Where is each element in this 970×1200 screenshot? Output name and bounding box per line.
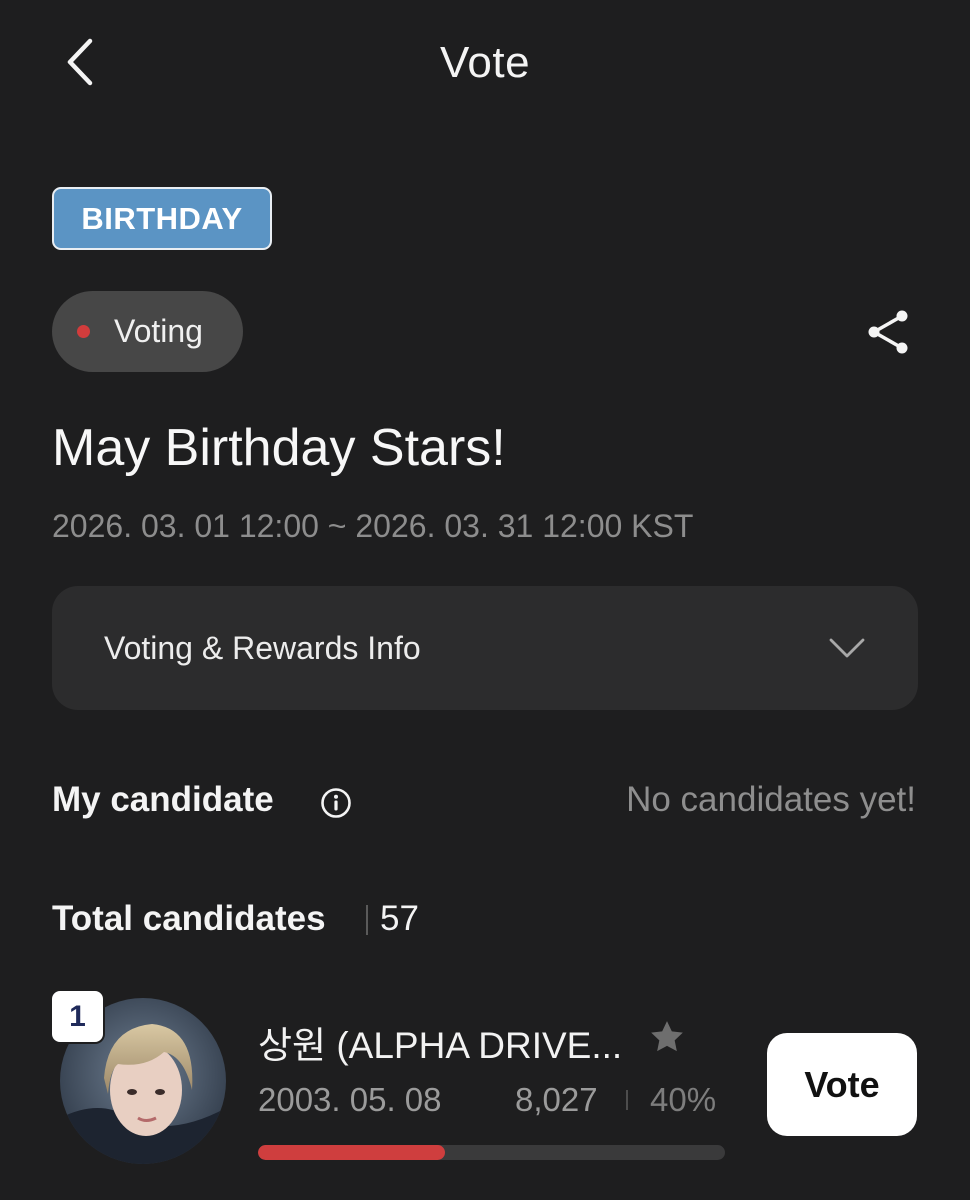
rank-badge: 1	[52, 991, 103, 1042]
accordion-label: Voting & Rewards Info	[104, 629, 421, 666]
share-icon	[868, 310, 908, 354]
vote-progress-bar	[258, 1145, 725, 1160]
my-candidate-heading: My candidate	[52, 780, 274, 819]
page-title: Vote	[439, 38, 531, 87]
chevron-down-icon	[829, 638, 865, 658]
total-candidates-label: Total candidates	[52, 899, 326, 938]
vote-progress-fill	[258, 1145, 445, 1160]
status-dot	[77, 325, 90, 338]
category-badge: BIRTHDAY	[52, 187, 272, 250]
status-label: Voting	[114, 313, 203, 349]
vote-button[interactable]: Vote	[767, 1033, 917, 1136]
event-period: 2026. 03. 01 12:00 ~ 2026. 03. 31 12:00 …	[52, 508, 694, 544]
divider	[626, 1090, 628, 1110]
voting-rewards-info-accordion[interactable]: Voting & Rewards Info	[52, 586, 918, 710]
status-pill: Voting	[52, 291, 243, 372]
total-candidates-count: 57	[380, 899, 419, 938]
candidate-birthdate: 2003. 05. 08	[258, 1081, 442, 1118]
candidate-vote-count: 8,027	[515, 1081, 598, 1118]
info-icon	[321, 788, 351, 818]
my-candidate-info-button[interactable]	[318, 785, 354, 821]
divider	[366, 905, 368, 935]
favorite-button[interactable]	[644, 1014, 690, 1060]
star-icon	[651, 1021, 683, 1052]
no-candidates-text: No candidates yet!	[626, 780, 916, 819]
candidate-name: 상원 (ALPHA DRIVE...	[258, 1025, 623, 1066]
event-title: May Birthday Stars!	[52, 419, 506, 477]
candidate-vote-percent: 40%	[650, 1081, 717, 1118]
share-button[interactable]	[858, 302, 918, 362]
